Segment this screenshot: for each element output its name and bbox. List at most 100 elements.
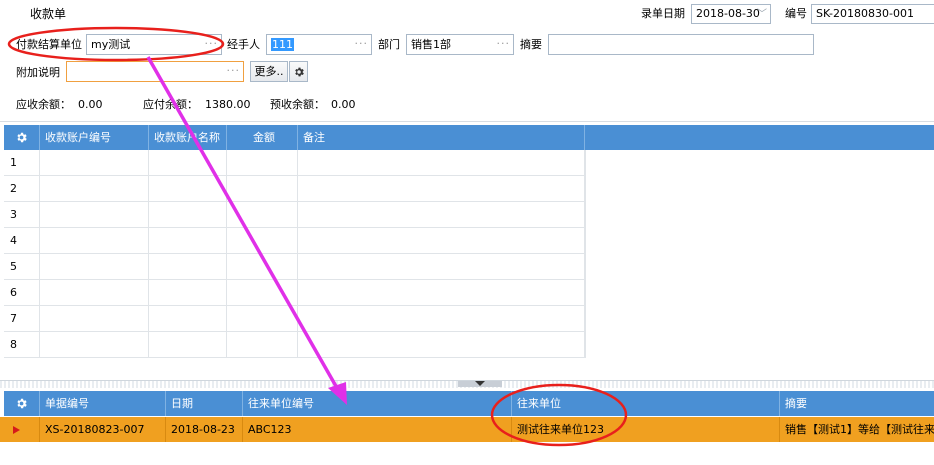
col-amount[interactable]: 金额 <box>227 125 298 150</box>
cell-account-code[interactable] <box>40 306 149 332</box>
cell-remark[interactable] <box>298 228 585 254</box>
handler-field[interactable]: 111 ··· <box>266 34 372 55</box>
settings-button[interactable] <box>289 61 308 82</box>
cell-amount[interactable] <box>227 306 298 332</box>
lower-grid-settings[interactable] <box>4 391 40 416</box>
cell-account-code[interactable] <box>40 150 149 176</box>
cell-account-code[interactable] <box>40 202 149 228</box>
col-summary[interactable]: 摘要 <box>780 391 934 416</box>
payer-value: my测试 <box>91 38 131 51</box>
cell-account-name[interactable] <box>149 254 227 280</box>
cell-amount[interactable] <box>227 176 298 202</box>
cell-amount[interactable] <box>227 332 298 358</box>
more-dots-icon[interactable]: ··· <box>227 62 241 79</box>
number-field[interactable]: SK-20180830-001 <box>811 4 934 24</box>
table-row[interactable]: 2 <box>4 176 585 202</box>
prepaid-label: 预收余额： <box>270 98 325 111</box>
more-button[interactable]: 更多.. <box>250 61 288 82</box>
cell-account-code[interactable] <box>40 176 149 202</box>
row-number: 4 <box>4 228 40 254</box>
entry-date-field[interactable]: 2018-08-30 ﹀ <box>691 4 771 24</box>
cell-amount[interactable] <box>227 254 298 280</box>
payable-label: 应付余额： <box>143 98 198 111</box>
cell-account-code[interactable] <box>40 228 149 254</box>
window-title: 收款单 <box>30 7 67 21</box>
entry-date-label: 录单日期 <box>641 7 685 20</box>
payable-value: 1380.00 <box>205 98 251 111</box>
more-dots-icon[interactable]: ··· <box>355 35 369 52</box>
divider <box>0 121 934 122</box>
cell-remark[interactable] <box>298 254 585 280</box>
splitter-handle[interactable] <box>458 381 502 387</box>
cell-remark[interactable] <box>298 150 585 176</box>
extra-note-label: 附加说明 <box>16 66 60 79</box>
current-row-arrow-icon <box>13 425 20 434</box>
extra-note-input[interactable]: ··· <box>66 61 244 82</box>
cell-account-code[interactable] <box>40 280 149 306</box>
cell-amount[interactable] <box>227 202 298 228</box>
upper-grid-header: 收款账户编号 收款账户名称 金额 备注 <box>4 125 934 150</box>
table-row[interactable]: 8 <box>4 332 585 358</box>
receivable-value: 0.00 <box>78 98 103 111</box>
cell-account-code[interactable] <box>40 332 149 358</box>
col-date[interactable]: 日期 <box>166 391 243 416</box>
col-remark[interactable]: 备注 <box>298 125 585 150</box>
cell-partner-code[interactable]: ABC123 <box>243 417 512 442</box>
upper-grid-body: 1 2 3 4 5 6 7 8 <box>4 150 585 358</box>
table-row[interactable]: 4 <box>4 228 585 254</box>
cell-remark[interactable] <box>298 176 585 202</box>
grid-edge <box>585 150 586 358</box>
cell-account-name[interactable] <box>149 176 227 202</box>
row-number: 8 <box>4 332 40 358</box>
table-row[interactable]: 6 <box>4 280 585 306</box>
table-row-selected[interactable]: XS-20180823-007 2018-08-23 ABC123 测试往来单位… <box>0 417 934 442</box>
number-label: 编号 <box>785 7 807 20</box>
dept-label: 部门 <box>378 38 400 51</box>
gear-icon <box>294 67 304 76</box>
upper-grid-settings[interactable] <box>4 125 40 150</box>
dept-field[interactable]: 销售1部 ··· <box>406 34 514 55</box>
cell-amount[interactable] <box>227 228 298 254</box>
more-dots-icon[interactable]: ··· <box>205 35 219 52</box>
cell-remark[interactable] <box>298 306 585 332</box>
table-row[interactable]: 7 <box>4 306 585 332</box>
row-number: 2 <box>4 176 40 202</box>
cell-partner[interactable]: 测试往来单位123 <box>512 417 780 442</box>
cell-date[interactable]: 2018-08-23 <box>166 417 243 442</box>
cell-account-name[interactable] <box>149 332 227 358</box>
entry-date-value: 2018-08-30 <box>696 7 760 20</box>
cell-summary[interactable]: 销售【测试1】等给【测试往来单 <box>780 417 934 442</box>
summary-label: 摘要 <box>520 38 542 51</box>
table-row[interactable]: 1 <box>4 150 585 176</box>
col-partner[interactable]: 往来单位 <box>512 391 780 416</box>
table-row[interactable]: 3 <box>4 202 585 228</box>
gear-icon <box>17 398 27 409</box>
table-row[interactable]: 5 <box>4 254 585 280</box>
cell-account-name[interactable] <box>149 150 227 176</box>
cell-account-name[interactable] <box>149 280 227 306</box>
row-indicator <box>4 417 40 442</box>
cell-remark[interactable] <box>298 280 585 306</box>
col-doc-no[interactable]: 单据编号 <box>40 391 166 416</box>
handler-value: 111 <box>271 38 294 51</box>
cell-remark[interactable] <box>298 202 585 228</box>
chevron-down-icon[interactable]: ﹀ <box>757 6 767 23</box>
cell-account-code[interactable] <box>40 254 149 280</box>
row-number: 7 <box>4 306 40 332</box>
cell-remark[interactable] <box>298 332 585 358</box>
col-account-code[interactable]: 收款账户编号 <box>40 125 149 150</box>
cell-amount[interactable] <box>227 150 298 176</box>
cell-account-name[interactable] <box>149 306 227 332</box>
payer-field[interactable]: my测试 ··· <box>86 34 222 55</box>
cell-account-name[interactable] <box>149 202 227 228</box>
cell-doc-no[interactable]: XS-20180823-007 <box>40 417 166 442</box>
more-dots-icon[interactable]: ··· <box>497 35 511 52</box>
cell-amount[interactable] <box>227 280 298 306</box>
prepaid-value: 0.00 <box>331 98 356 111</box>
col-partner-code[interactable]: 往来单位编号 <box>243 391 512 416</box>
lower-grid-header: 单据编号 日期 往来单位编号 往来单位 摘要 <box>4 391 934 416</box>
row-number: 5 <box>4 254 40 280</box>
summary-input[interactable] <box>548 34 814 55</box>
cell-account-name[interactable] <box>149 228 227 254</box>
col-account-name[interactable]: 收款账户名称 <box>149 125 227 150</box>
